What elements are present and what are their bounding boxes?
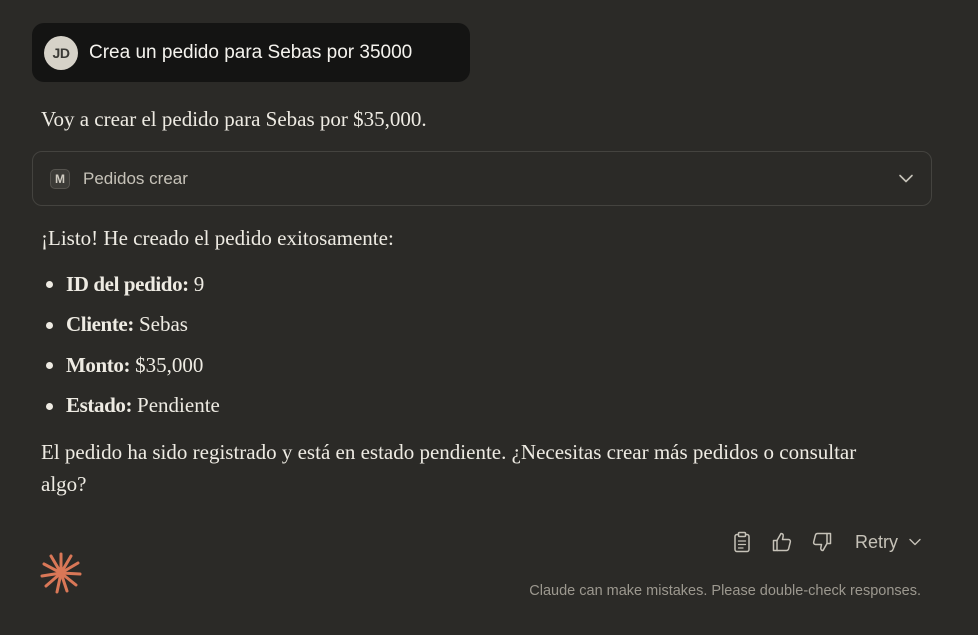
order-details-list: ID del pedido: 9 Cliente: Sebas Monto: $35,… xyxy=(41,264,220,426)
thumbs-up-icon xyxy=(772,532,792,552)
tool-call-label: Pedidos crear xyxy=(83,168,188,188)
list-item: ID del pedido: 9 xyxy=(41,264,220,305)
tool-server-icon: M xyxy=(50,168,70,189)
detail-label: Cliente: xyxy=(66,312,134,337)
detail-value: 9 xyxy=(193,271,205,296)
avatar[interactable]: JD xyxy=(44,35,78,70)
detail-label: ID del pedido: xyxy=(66,271,189,296)
list-item: Estado: Pendiente xyxy=(41,386,220,427)
user-message: JD Crea un pedido para Sebas por 35000 xyxy=(32,23,470,82)
claude-logo-icon xyxy=(40,552,82,594)
copy-button[interactable] xyxy=(730,530,754,554)
chevron-down-icon xyxy=(909,538,921,546)
assistant-intro: Voy a crear el pedido para Sebas por $35… xyxy=(41,107,427,131)
chevron-down-icon[interactable] xyxy=(897,169,915,187)
thumbs-down-button[interactable] xyxy=(810,530,834,554)
clipboard-icon xyxy=(734,531,750,553)
detail-label: Monto: xyxy=(66,352,131,377)
thumbs-up-button[interactable] xyxy=(770,530,794,554)
retry-button[interactable]: Retry xyxy=(855,532,922,553)
tool-call-panel[interactable]: M Pedidos crear xyxy=(32,151,932,206)
user-message-text: Crea un pedido para Sebas por 35000 xyxy=(89,41,413,63)
assistant-done-text: ¡Listo! He creado el pedido exitosamente… xyxy=(41,226,394,250)
thumbs-down-icon xyxy=(812,532,832,552)
detail-value: Pendiente xyxy=(137,393,220,418)
message-actions: Retry xyxy=(714,530,922,554)
list-item: Cliente: Sebas xyxy=(41,305,220,346)
detail-value: $35,000 xyxy=(135,352,204,377)
retry-label: Retry xyxy=(854,531,898,552)
detail-value: Sebas xyxy=(138,312,188,337)
list-item: Monto: $35,000 xyxy=(41,345,220,386)
detail-label: Estado: xyxy=(66,393,133,418)
assistant-closing-text: El pedido ha sido registrado y está en e… xyxy=(41,440,857,496)
disclaimer-text: Claude can make mistakes. Please double-… xyxy=(529,583,921,599)
